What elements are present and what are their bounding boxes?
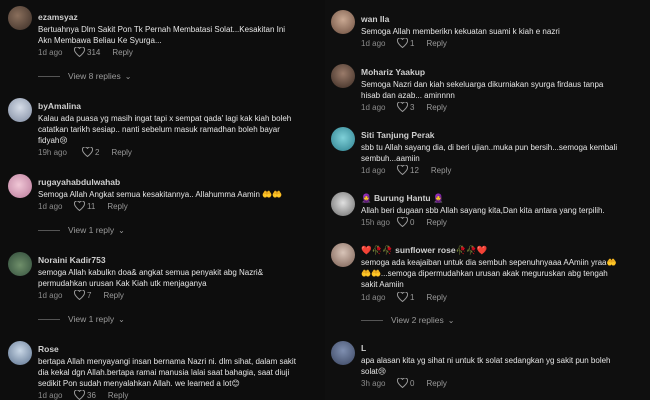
comment-text: Semoga Nazri dan kiah sekeluarga dikurni… [361, 80, 604, 89]
heart-icon[interactable] [74, 390, 85, 400]
comment-date: 1d ago [38, 390, 63, 400]
comment-text: bertapa Allah menyayangi insan bernama N… [38, 357, 296, 366]
comment-text: fidyah😢 [38, 136, 68, 145]
view-replies-button[interactable]: View 1 reply ⌄ [38, 225, 125, 235]
heart-icon[interactable] [397, 102, 408, 112]
comment-author[interactable]: wan Ila [361, 14, 389, 24]
heart-icon[interactable] [397, 217, 408, 227]
reply-button[interactable]: Reply [426, 293, 446, 302]
like-count: 12 [410, 165, 419, 175]
chevron-down-icon: ⌄ [118, 225, 125, 235]
comment-text: Semoga Allah memberikn kekuatan suami k … [361, 27, 560, 36]
comment-author[interactable]: byAmalina [38, 101, 81, 111]
comment-text: Allah beri dugaan sbb Allah sayang kita,… [361, 206, 605, 215]
chevron-down-icon: ⌄ [118, 314, 125, 324]
avatar[interactable] [331, 243, 355, 267]
heart-icon[interactable] [397, 165, 408, 175]
reply-button[interactable]: Reply [426, 218, 446, 227]
comment-text: apa alasan kita yg sihat ni untuk tk sol… [361, 356, 611, 365]
avatar[interactable] [331, 192, 355, 216]
like-count: 314 [87, 47, 101, 57]
reply-button[interactable]: Reply [111, 148, 131, 157]
comment-text: sembuh...aamiin [361, 154, 420, 163]
comment-date: 3h ago [361, 378, 386, 388]
chevron-down-icon: ⌄ [447, 315, 455, 325]
avatar[interactable] [8, 6, 32, 30]
comment-author[interactable]: Siti Tanjung Perak [361, 130, 435, 140]
comment-text: catatkan tarikh sesiap.. nanti sebelum m… [38, 125, 280, 134]
like-count: 36 [87, 390, 96, 400]
comment-author[interactable]: ezamsyaz [38, 12, 78, 22]
reply-button[interactable]: Reply [112, 48, 132, 57]
comment-text: sakit Aamiin [361, 280, 404, 289]
right-comment-column: wan Ila Semoga Allah memberikn kekuatan … [325, 0, 650, 400]
comment-date: 1d ago [38, 290, 63, 300]
avatar[interactable] [331, 64, 355, 88]
reply-button[interactable]: Reply [103, 291, 123, 300]
comment-text: dia kekal dgn Allah.bertapa ramai manusi… [38, 368, 290, 377]
view-replies-button[interactable]: View 1 reply ⌄ [38, 314, 125, 324]
comment-text: hisab dan azab... aminnnn [361, 91, 455, 100]
comment-text: semoga ada keajaiban untuk dia sembuh se… [361, 258, 617, 267]
comment-text: sbb tu Allah sayang dia, di beri ujian..… [361, 143, 618, 152]
like-count: 3 [410, 102, 415, 112]
comment-text: Semoga Allah Angkat semua kesakitannya..… [38, 190, 283, 199]
comment-author[interactable]: Mohariz Yaakup [361, 67, 425, 77]
avatar[interactable] [8, 341, 32, 365]
reply-button[interactable]: Reply [431, 166, 451, 175]
like-count: 0 [410, 217, 415, 227]
avatar[interactable] [331, 127, 355, 151]
heart-icon[interactable] [82, 147, 93, 157]
avatar[interactable] [8, 252, 32, 276]
comment-text: sedikit Pon sudah menyalahkan Allah. we … [38, 379, 240, 388]
like-count: 2 [95, 147, 100, 157]
comment-date: 1d ago [38, 201, 63, 211]
comment-author[interactable]: 🧕 Burung Hantu 🧕 [361, 193, 444, 204]
reply-button[interactable]: Reply [426, 103, 446, 112]
like-count: 11 [87, 201, 96, 211]
comment-date: 1d ago [361, 292, 386, 302]
comment-date: 19h ago [38, 147, 67, 157]
avatar[interactable] [331, 341, 355, 365]
like-count: 1 [410, 38, 415, 48]
comment-date: 1d ago [361, 38, 386, 48]
comment-text: Kalau ada puasa yg masih ingat tapi x se… [38, 114, 292, 123]
heart-icon[interactable] [74, 201, 85, 211]
comment-date: 15h ago [361, 217, 390, 227]
comment-date: 1d ago [361, 165, 386, 175]
comment-author[interactable]: Noraini Kadir753 [38, 255, 106, 265]
like-count: 0 [410, 378, 415, 388]
heart-icon[interactable] [397, 378, 408, 388]
comment-author[interactable]: Rose [38, 344, 59, 354]
comment-date: 1d ago [361, 102, 386, 112]
comment-author[interactable]: L [361, 343, 366, 353]
comment-text: solat😢 [361, 367, 387, 376]
comment-text: Bertuahnya Dlm Sakit Pon Tk Pernah Memba… [38, 25, 286, 34]
reply-button[interactable]: Reply [107, 202, 127, 211]
comment-text: semoga Allah kabulkn doa& angkat semua p… [38, 268, 264, 277]
comment-author[interactable]: rugayahabdulwahab [38, 177, 120, 187]
avatar[interactable] [8, 98, 32, 122]
comment-date: 1d ago [38, 47, 63, 57]
view-replies-button[interactable]: View 2 replies ⌄ [361, 315, 454, 325]
avatar[interactable] [331, 10, 355, 34]
reply-button[interactable]: Reply [108, 391, 128, 400]
left-comment-column: ezamsyaz Bertuahnya Dlm Sakit Pon Tk Per… [0, 0, 330, 400]
comment-text: 🤲🤲...semoga dipermudahkan urusan akak me… [361, 269, 608, 278]
reply-button[interactable]: Reply [426, 39, 446, 48]
like-count: 7 [87, 290, 92, 300]
heart-icon[interactable] [74, 47, 85, 57]
comment-author[interactable]: ❤️🥀🥀 sunflower rose🥀🥀❤️ [361, 245, 487, 256]
heart-icon[interactable] [74, 290, 85, 300]
avatar[interactable] [8, 174, 32, 198]
heart-icon[interactable] [397, 38, 408, 48]
reply-button[interactable]: Reply [426, 379, 446, 388]
comment-text: permudahkan urusan Kak Kiah utk menjagan… [38, 279, 207, 288]
comment-text: Akn Membawa Beliau Ke Syurga... [38, 36, 162, 45]
chevron-down-icon: ⌄ [124, 71, 132, 81]
view-replies-button[interactable]: View 8 replies ⌄ [38, 71, 131, 81]
heart-icon[interactable] [397, 292, 408, 302]
like-count: 1 [410, 292, 415, 302]
